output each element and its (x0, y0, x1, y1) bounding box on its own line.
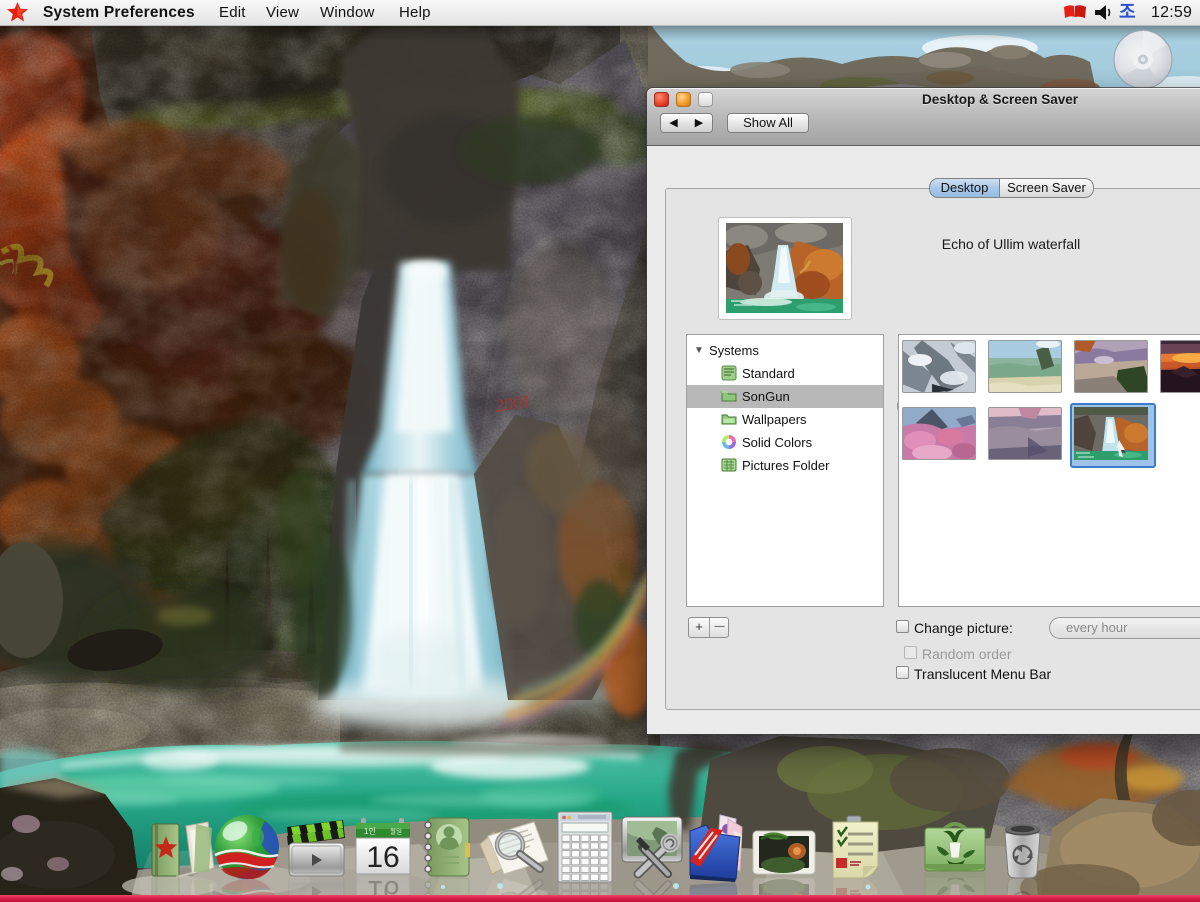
svg-text:16: 16 (366, 841, 399, 874)
svg-text:1인: 1인 (364, 826, 376, 836)
svg-text:월일: 월일 (390, 827, 402, 836)
